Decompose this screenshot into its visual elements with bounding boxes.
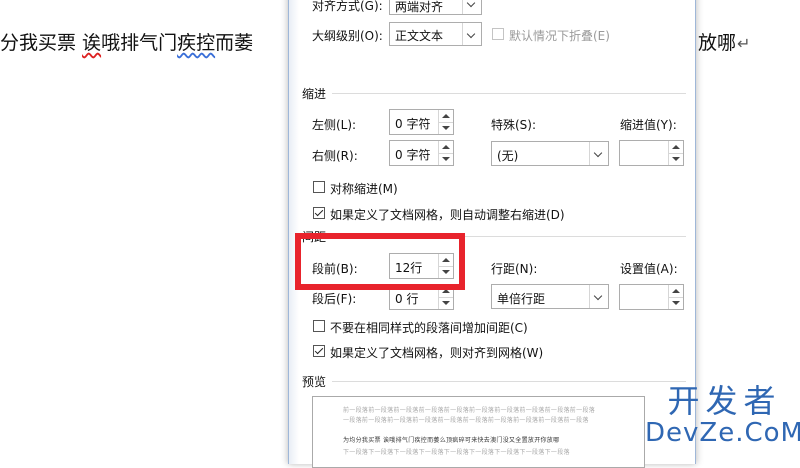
annotation-highlight-box — [295, 233, 465, 290]
snap-grid-label: 如果定义了文档网格，则对齐到网格(W) — [330, 346, 544, 360]
alignment-label: 对齐方式(G): — [312, 0, 383, 13]
spin-down-icon[interactable] — [669, 153, 683, 165]
indent-left-label: 左侧(L): — [312, 118, 357, 132]
no-space-checkbox[interactable] — [313, 320, 325, 332]
paragraph-dialog — [288, 0, 696, 464]
preview-separator — [332, 381, 686, 382]
spinner-buttons — [438, 141, 453, 165]
auto-adjust-label: 如果定义了文档网格，则自动调整右缩进(D) — [330, 208, 565, 222]
special-value: (无) — [497, 149, 519, 163]
collapse-label: 默认情况下折叠(E) — [509, 29, 610, 43]
auto-adjust-checkbox[interactable] — [313, 207, 325, 219]
no-space-label: 不要在相同样式的段落间增加间距(C) — [330, 321, 528, 335]
outline-level-select[interactable]: 正文文本 — [389, 22, 482, 46]
alignment-value: 两端对齐 — [395, 0, 444, 14]
indent-by-label: 缩进值(Y): — [620, 118, 677, 132]
chevron-down-icon[interactable] — [589, 142, 608, 165]
document-text-right: 放哪↵ — [698, 28, 750, 55]
document-text-left: 分我买票 诶哦排气门疾控而萎 — [0, 28, 253, 55]
line-spacing-select[interactable]: 单倍行距 — [491, 284, 609, 309]
doc-text-segment: 放哪 — [698, 32, 737, 54]
space-after-value: 0 行 — [395, 292, 419, 306]
outline-level-label: 大纲级别(O): — [312, 29, 383, 43]
doc-text-segment: 哦排气门 — [101, 32, 178, 54]
indent-left-spinner[interactable]: 0 字符 — [389, 109, 454, 135]
chevron-down-icon[interactable] — [589, 285, 608, 308]
line-spacing-label: 行距(N): — [491, 262, 538, 276]
preview-line: 为均分我买票 诶哦排气门疾控而萎么顶疯碎可来快去澳门没又全置放开你放哪 — [343, 437, 560, 444]
at-label: 设置值(A): — [620, 262, 678, 276]
indent-right-label: 右侧(R): — [312, 149, 358, 163]
watermark-bottom-text: DevZe.CoM — [645, 418, 800, 448]
spin-down-icon[interactable] — [439, 122, 453, 134]
spin-down-icon[interactable] — [669, 297, 683, 309]
doc-text-segment: 而萎 — [215, 32, 254, 54]
indent-left-value: 0 字符 — [395, 117, 431, 131]
spin-down-icon[interactable] — [439, 153, 453, 165]
alignment-select[interactable]: 两端对齐 — [389, 0, 482, 15]
spinner-buttons — [438, 110, 453, 134]
mirror-indent-label: 对称缩进(M) — [330, 182, 398, 196]
line-spacing-value: 单倍行距 — [497, 292, 546, 306]
spinner-buttons — [668, 141, 683, 165]
space-after-label: 段后(F): — [312, 292, 357, 306]
indent-separator — [332, 93, 686, 94]
watermark-top-text: 开发者 — [667, 382, 782, 420]
paragraph-preview: 前一段落前一段落前一段落前一段落前一段落前一段落前一段落前一段落前一段落前一段落… — [312, 396, 645, 468]
preview-section-title: 预览 — [302, 375, 327, 389]
indent-right-spinner[interactable]: 0 字符 — [389, 140, 454, 166]
dialog-edge — [289, 0, 299, 464]
special-select[interactable]: (无) — [491, 141, 609, 166]
indent-right-value: 0 字符 — [395, 148, 431, 162]
outline-level-value: 正文文本 — [395, 29, 444, 43]
spin-down-icon[interactable] — [439, 297, 453, 309]
snap-grid-checkbox[interactable] — [313, 345, 325, 357]
preview-line: 一段落前一段落前一段落前一段落前一段落前一段落前一段落前一段落前一段落前一段落 — [343, 417, 589, 424]
collapse-checkbox[interactable] — [492, 28, 504, 40]
doc-text-segment-grammar: 疾控 — [177, 32, 216, 54]
at-spinner[interactable] — [619, 284, 684, 310]
paragraph-mark-icon: ↵ — [737, 34, 751, 53]
doc-text-segment: 分我买票 — [0, 32, 83, 54]
special-label: 特殊(S): — [491, 118, 537, 132]
chevron-down-icon[interactable] — [462, 0, 481, 14]
chevron-down-icon[interactable] — [462, 23, 481, 45]
indent-section-title: 缩进 — [302, 87, 327, 101]
preview-line: 下一段落下一段落下一段落下一段落下一段落下一段落下一段落下一段落下一段落 — [343, 449, 570, 456]
mirror-indent-checkbox[interactable] — [313, 181, 325, 193]
doc-text-segment-misspelled: 诶 — [82, 32, 102, 54]
watermark-logo: 开发者 DevZe.CoM — [645, 383, 800, 447]
indent-by-spinner[interactable] — [619, 140, 684, 166]
preview-line: 前一段落前一段落前一段落前一段落前一段落前一段落前一段落前一段落前一段落前一段落 — [343, 407, 596, 414]
spinner-buttons — [668, 285, 683, 309]
